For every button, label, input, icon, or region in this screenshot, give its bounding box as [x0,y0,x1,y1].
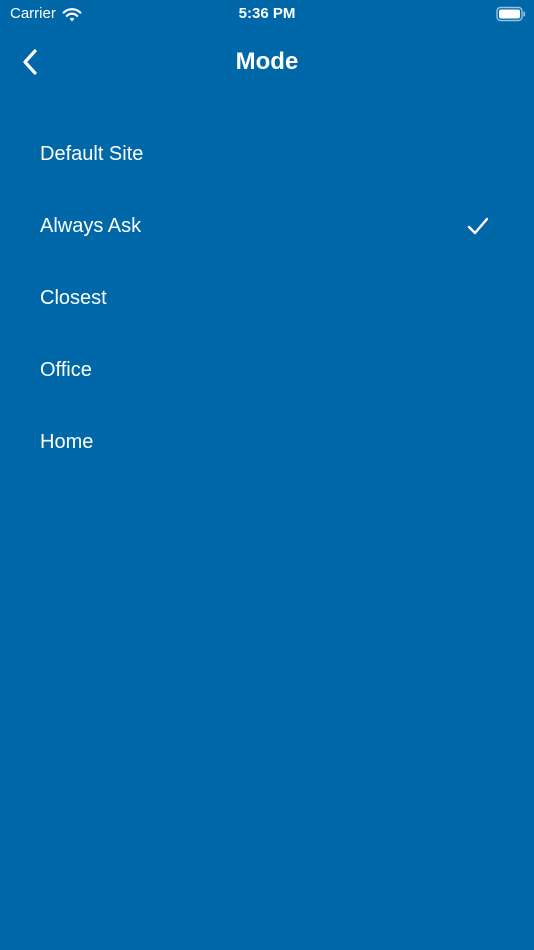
option-label: Closest [40,287,107,309]
option-default-site[interactable]: Default Site [0,118,534,190]
checkmark-icon [467,217,489,235]
option-label: Office [40,359,92,381]
option-label: Default Site [40,143,144,165]
battery-icon [496,6,526,22]
navigation-bar: Mode [0,34,534,92]
option-label: Home [40,431,94,453]
option-label: Always Ask [40,215,142,237]
mode-option-list: Default Site Always Ask Closest Office H… [0,118,534,478]
option-office[interactable]: Office [0,334,534,406]
status-bar: Carrier 5:36 PM [0,0,534,28]
option-always-ask[interactable]: Always Ask [0,190,534,262]
option-home[interactable]: Home [0,406,534,478]
page-title: Mode [235,48,299,75]
option-closest[interactable]: Closest [0,262,534,334]
status-time: 5:36 PM [238,5,296,22]
